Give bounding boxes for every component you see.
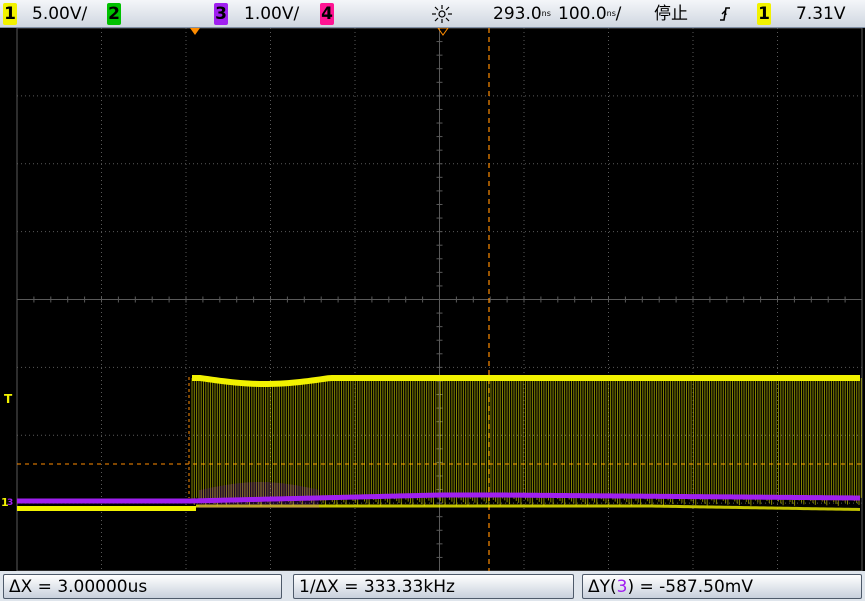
delta-y-readout[interactable]: ΔY(3) = -587.50mV	[582, 574, 862, 599]
delta-y-prefix: ΔY(	[588, 577, 617, 597]
ch1-badge[interactable]: 1	[3, 3, 17, 25]
ch3-scale[interactable]: 1.00V/	[244, 3, 299, 25]
status-bar: 1 5.00V/ 2 3 1.00V/ 4 293.0ns 100.0ns/ 停…	[0, 0, 865, 28]
run-state[interactable]: 停止	[654, 3, 688, 25]
acquire-sun-icon[interactable]	[431, 4, 453, 24]
timebase-unit: ns	[606, 9, 616, 18]
ch1-low-level	[17, 506, 196, 511]
delta-y-channel: 3	[616, 577, 628, 597]
waveform-graticule	[16, 27, 863, 572]
delay-value: 293.0	[493, 4, 542, 24]
timebase-suffix: /	[615, 4, 622, 24]
delay-unit: ns	[541, 9, 551, 18]
inverse-delta-x-readout[interactable]: 1/ΔX = 333.33kHz	[293, 574, 574, 599]
timebase-value: 100.0	[558, 4, 607, 24]
rising-edge-icon[interactable]	[718, 6, 732, 22]
delta-x-readout[interactable]: ΔX = 3.00000us	[3, 574, 282, 599]
ch3-badge[interactable]: 3	[214, 3, 228, 25]
trigger-level[interactable]: 7.31V	[796, 3, 845, 25]
measurement-bar: ΔX = 3.00000us 1/ΔX = 333.33kHz ΔY(3) = …	[0, 571, 865, 601]
ch1-scale[interactable]: 5.00V/	[32, 3, 87, 25]
timebase-readout[interactable]: 100.0ns/	[558, 3, 621, 25]
delta-y-value: ) = -587.50mV	[627, 577, 753, 597]
waveform-display[interactable]: T 1 3	[0, 27, 865, 572]
delay-readout[interactable]: 293.0ns	[493, 3, 551, 25]
trigger-position-marker	[190, 28, 200, 35]
ch3-ground-marker[interactable]: 3	[7, 498, 13, 508]
ch2-badge[interactable]: 2	[107, 3, 121, 25]
trigger-source-badge[interactable]: 1	[757, 3, 771, 25]
ch4-badge[interactable]: 4	[320, 3, 334, 25]
trigger-level-marker[interactable]: T	[4, 392, 12, 406]
